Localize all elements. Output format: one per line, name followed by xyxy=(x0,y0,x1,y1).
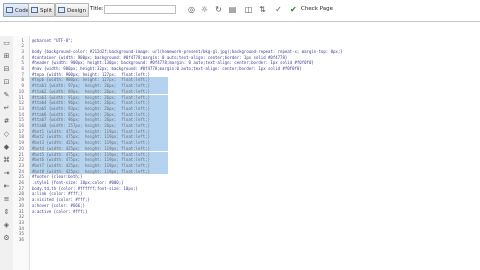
line-numbers-icon[interactable]: # xyxy=(2,117,11,126)
comment-icon[interactable]: ◇ xyxy=(2,130,11,139)
line-number-gutter: 1 2 3 4 5 6 7 8 9 10 11 12 13 14 15 16 17 18 19 20 21 22 23 24 2… xyxy=(13,36,30,270)
code-icon xyxy=(6,7,13,13)
expand-icon[interactable]: ⊞ xyxy=(2,52,11,61)
css-icon[interactable]: ◈ xyxy=(2,221,11,230)
preview-icon[interactable]: ☼ xyxy=(200,5,209,14)
refresh-icon[interactable]: ↻ xyxy=(214,5,223,14)
wrap-icon[interactable]: ↵ xyxy=(2,104,11,113)
visual-aids-icon[interactable]: ◫ xyxy=(244,5,253,14)
check-page-label: Check Page xyxy=(301,6,333,12)
title-input[interactable] xyxy=(104,5,176,14)
title-label: Title: xyxy=(90,6,104,12)
file-icon[interactable]: ▭ xyxy=(2,39,11,48)
design-view-label: Design xyxy=(67,8,86,14)
outdent-icon[interactable]: ⇤ xyxy=(2,182,11,191)
code-line[interactable]: @charset "UTF-8"; xyxy=(32,38,73,44)
check-icon: ✔ xyxy=(290,5,297,14)
move-icon[interactable]: ⇕ xyxy=(2,208,11,217)
design-icon xyxy=(58,7,65,13)
code-line[interactable]: a:active {color: #fff;} xyxy=(32,209,87,215)
design-view-button[interactable]: Design xyxy=(55,3,89,17)
check-page-button[interactable]: ✔ Check Page xyxy=(290,5,333,14)
snippet-icon[interactable]: ⌘ xyxy=(2,156,11,165)
view-options-icon[interactable]: ▤ xyxy=(228,5,237,14)
gear-icon[interactable]: ⚙ xyxy=(2,234,11,243)
format-icon[interactable]: ≡ xyxy=(2,195,11,204)
coding-toolbar: ▭ ⊞ ⊟ ⊡ ✎ ↵ # ◇ ◆ ⌘ ⇥ ⇤ ≡ ⇕ ◈ ⚙ xyxy=(0,36,14,270)
file-management-icon[interactable]: ⇅ xyxy=(258,5,267,14)
split-view-button[interactable]: Split xyxy=(28,3,56,17)
highlight-icon[interactable]: ✎ xyxy=(2,91,11,100)
select-icon[interactable]: ⊡ xyxy=(2,78,11,87)
split-view-label: Split xyxy=(40,8,53,14)
split-icon xyxy=(31,7,38,13)
indent-icon[interactable]: ⇥ xyxy=(2,169,11,178)
browser-icon[interactable]: ◎ xyxy=(187,5,196,14)
collapse-icon[interactable]: ⊟ xyxy=(2,65,11,74)
code-view-label: Code xyxy=(15,8,30,14)
uncomment-icon[interactable]: ◆ xyxy=(2,143,11,152)
document-toolbar: Code Split Design Title: ◎ ☼ ↻ ▤ ◫ ⇅ ✓ ✔… xyxy=(0,0,480,22)
line-number: 36 xyxy=(18,237,24,242)
validate-icon[interactable]: ✓ xyxy=(274,5,283,14)
